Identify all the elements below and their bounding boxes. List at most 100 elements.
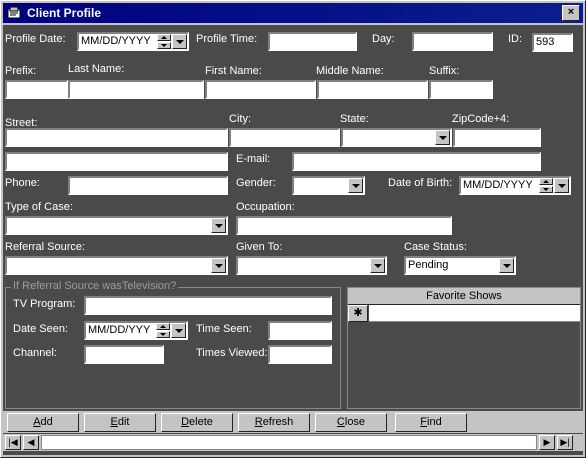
given-to-dropdown-icon[interactable]: [370, 258, 385, 273]
new-record-icon[interactable]: ✱: [348, 305, 368, 322]
street-field[interactable]: [5, 128, 228, 147]
case-status-value: Pending: [408, 259, 449, 271]
tv-group-label: If Referral Source wasTelevision?: [11, 280, 179, 292]
time-seen-label: Time Seen:: [196, 323, 252, 335]
spin-down-icon[interactable]: [539, 186, 553, 193]
phone-label: Phone:: [5, 177, 40, 189]
day-field[interactable]: [412, 32, 493, 51]
referral-source-select[interactable]: [5, 256, 228, 275]
button-bar: Add Edit Delete Refresh Close Find: [3, 411, 583, 433]
last-name-field[interactable]: [68, 80, 204, 99]
spin-up-icon[interactable]: [539, 178, 553, 185]
find-button[interactable]: Find: [395, 413, 467, 432]
favorite-show-new-row[interactable]: [369, 305, 580, 322]
state-label: State:: [340, 113, 369, 125]
profile-date-dropdown-icon[interactable]: [172, 34, 187, 49]
refresh-button-accesskey: R: [254, 416, 263, 428]
favorite-shows-subform[interactable]: Favorite Shows ✱: [347, 287, 581, 409]
add-button-accesskey: A: [33, 416, 41, 428]
referral-source-label: Referral Source:: [5, 241, 86, 253]
gender-dropdown-icon[interactable]: [348, 178, 363, 193]
prefix-field[interactable]: [5, 80, 68, 99]
close-button[interactable]: Close: [315, 413, 387, 432]
id-label: ID:: [508, 33, 523, 45]
profile-date-field[interactable]: MM/DD/YYYY: [77, 32, 189, 51]
delete-button[interactable]: Delete: [161, 413, 233, 432]
form-body: Profile Date: MM/DD/YYYY Profile Time: D…: [3, 25, 583, 455]
dob-field[interactable]: MM/DD/YYYY: [459, 176, 571, 195]
city-field[interactable]: [229, 128, 340, 147]
edit-button[interactable]: Edit: [84, 413, 156, 432]
delete-button-label: elete: [189, 416, 213, 428]
day-label: Day:: [372, 33, 395, 45]
edit-button-accesskey: E: [110, 416, 118, 428]
given-to-select[interactable]: [236, 256, 387, 275]
previous-record-icon[interactable]: ◀: [23, 435, 39, 450]
close-button-label: lose: [344, 416, 366, 428]
case-status-dropdown-icon[interactable]: [499, 258, 514, 273]
date-seen-spinner[interactable]: [156, 323, 170, 338]
time-seen-field[interactable]: [268, 321, 332, 340]
last-record-icon[interactable]: ▶|: [557, 435, 573, 450]
date-seen-value: MM/DD/YYY: [88, 324, 151, 336]
record-scroll-track[interactable]: [41, 435, 537, 450]
spin-down-icon[interactable]: [157, 42, 171, 49]
phone-field[interactable]: [68, 176, 228, 195]
next-record-icon[interactable]: ▶: [539, 435, 555, 450]
profile-date-label: Profile Date:: [5, 33, 66, 45]
spin-up-icon[interactable]: [157, 34, 171, 41]
street2-field[interactable]: [5, 152, 228, 171]
tv-program-field[interactable]: [84, 296, 332, 315]
prefix-label: Prefix:: [5, 65, 37, 77]
spin-up-icon[interactable]: [156, 323, 170, 330]
referral-source-dropdown-icon[interactable]: [211, 258, 226, 273]
zip-field[interactable]: [453, 128, 541, 147]
dob-spinner[interactable]: [539, 178, 553, 193]
date-seen-dropdown-icon[interactable]: [171, 323, 186, 338]
close-button-accesskey: C: [336, 416, 345, 428]
dob-label: Date of Birth:: [388, 177, 453, 189]
given-to-label: Given To:: [236, 241, 283, 253]
occupation-field[interactable]: [236, 216, 452, 235]
city-label: City:: [229, 113, 251, 125]
type-of-case-select[interactable]: [5, 216, 228, 235]
first-record-icon[interactable]: |◀: [5, 435, 21, 450]
times-viewed-field[interactable]: [268, 345, 332, 364]
edit-button-label: dit: [117, 416, 130, 428]
type-of-case-label: Type of Case:: [5, 201, 73, 213]
profile-time-field[interactable]: [268, 32, 357, 51]
gender-select[interactable]: [292, 176, 365, 195]
profile-date-spinner[interactable]: [157, 34, 171, 49]
email-label: E-mail:: [236, 153, 271, 165]
find-button-label: ind: [427, 416, 442, 428]
add-button-label: dd: [40, 416, 53, 428]
first-name-label: First Name:: [205, 65, 262, 77]
channel-field[interactable]: [84, 345, 164, 364]
state-dropdown-icon[interactable]: [435, 130, 450, 145]
zip-label: ZipCode+4:: [452, 113, 510, 125]
date-seen-field[interactable]: MM/DD/YYY: [84, 321, 188, 340]
state-select[interactable]: [341, 128, 452, 147]
form-icon: [7, 6, 21, 19]
date-seen-label: Date Seen:: [13, 323, 69, 335]
window-title: Client Profile: [27, 6, 102, 20]
first-name-field[interactable]: [205, 80, 316, 99]
favorite-shows-header: Favorite Shows: [348, 288, 580, 305]
gender-label: Gender:: [236, 177, 276, 189]
case-status-select[interactable]: Pending: [404, 256, 516, 275]
find-button-accesskey: F: [420, 416, 428, 428]
dob-dropdown-icon[interactable]: [554, 178, 569, 193]
spin-down-icon[interactable]: [156, 331, 170, 338]
type-of-case-dropdown-icon[interactable]: [211, 218, 226, 233]
id-field[interactable]: 593: [532, 33, 573, 52]
suffix-label: Suffix:: [429, 65, 460, 77]
middle-name-field[interactable]: [317, 80, 428, 99]
refresh-button-label: efresh: [262, 416, 294, 428]
close-icon[interactable]: ×: [562, 5, 580, 21]
refresh-button[interactable]: Refresh: [238, 413, 310, 432]
email-field[interactable]: [292, 152, 541, 171]
add-button[interactable]: Add: [7, 413, 79, 432]
middle-name-label: Middle Name:: [316, 65, 384, 77]
suffix-field[interactable]: [429, 80, 493, 99]
client-profile-window: Client Profile × Profile Date: MM/DD/YYY…: [0, 0, 586, 458]
